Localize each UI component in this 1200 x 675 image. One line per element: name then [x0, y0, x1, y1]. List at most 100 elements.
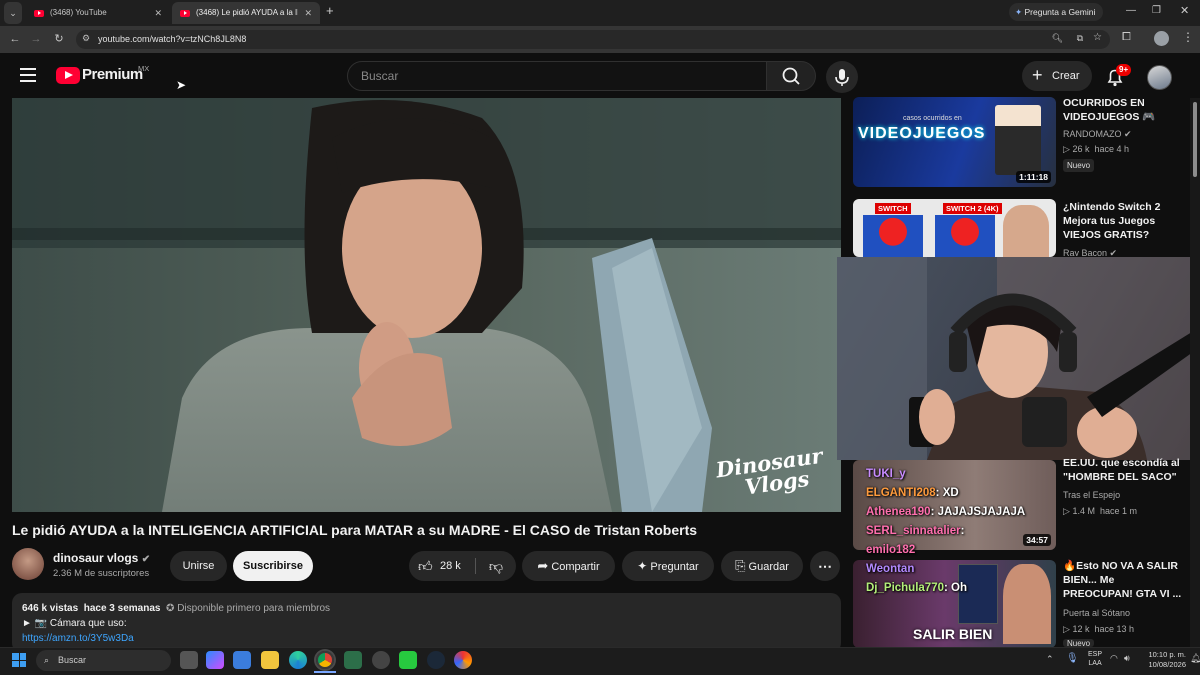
join-button[interactable]: Unirse	[170, 551, 227, 581]
tray-chevron-icon[interactable]: ⌃	[1046, 654, 1054, 665]
new-tab-button[interactable]: +	[326, 3, 334, 18]
age-text: hace 1 m	[1099, 506, 1137, 516]
maximize-button[interactable]: ❐	[1152, 5, 1161, 16]
store-icon[interactable]	[233, 651, 251, 669]
ask-label: Preguntar	[650, 561, 699, 573]
tab-youtube-home[interactable]: (3468) YouTube ✕	[26, 2, 170, 24]
subscribe-button[interactable]: Suscribirse	[233, 551, 313, 581]
notification-center-icon[interactable]: 🔔︎	[1190, 653, 1200, 664]
site-info-icon[interactable]: ⚙	[82, 33, 90, 44]
scrollbar-thumb[interactable]	[1193, 102, 1197, 177]
ask-button[interactable]: ✦ Preguntar	[622, 551, 714, 581]
forward-icon[interactable]: →	[27, 26, 45, 53]
hamburger-menu-icon[interactable]	[20, 68, 36, 82]
youtube-logo-icon[interactable]	[56, 67, 80, 84]
save-button[interactable]: ⎘ Guardar	[721, 551, 803, 581]
tab-current-video[interactable]: (3468) Le pidió AYUDA a la INTE ✕	[172, 2, 320, 24]
title-line: "HOMBRE DEL SACO"	[1063, 471, 1177, 483]
video-player[interactable]: Dinosaur Vlogs	[12, 98, 841, 512]
chat-message: :	[960, 525, 965, 537]
chat-user: Athenea190	[866, 506, 931, 518]
members-icon: ✪	[166, 603, 175, 614]
task-view-icon[interactable]	[180, 651, 198, 669]
browser-menu-icon[interactable]: ⋮	[1182, 30, 1194, 44]
cast-icon[interactable]: ⧉	[1077, 33, 1083, 44]
volume-icon[interactable]: 🔊︎	[1124, 653, 1130, 664]
description-box[interactable]: 646 k vistas hace 3 semanas ✪ Disponible…	[12, 593, 841, 653]
tab-search-button[interactable]: ⌄	[4, 2, 22, 24]
app-icon[interactable]	[454, 651, 472, 669]
recommended-title[interactable]: OCURRIDOS EN VIDEOJUEGOS 🎮	[1063, 96, 1183, 124]
wifi-icon[interactable]: ◠	[1110, 653, 1118, 664]
create-button[interactable]: + Crear	[1022, 61, 1092, 91]
close-icon[interactable]: ✕	[154, 2, 162, 24]
chat-line: Athenea190: JAJAJSJAJAJA	[866, 503, 1066, 522]
language-indicator[interactable]: ESP LAA	[1088, 650, 1102, 668]
profile-avatar[interactable]	[1154, 31, 1169, 46]
steam-icon[interactable]	[427, 651, 445, 669]
channel-avatar[interactable]	[12, 548, 44, 580]
streamer-camera-frame	[837, 257, 1200, 460]
chrome-icon[interactable]	[316, 651, 334, 669]
verified-icon: ✔	[1109, 248, 1118, 256]
bookmark-star-icon[interactable]: ☆	[1093, 32, 1102, 43]
user-avatar[interactable]	[1147, 65, 1172, 90]
more-icon: ⋯	[818, 558, 832, 574]
more-actions-button[interactable]: ⋯	[810, 551, 840, 581]
verified-icon: ✔	[1124, 129, 1132, 139]
thumbnail-figure	[995, 105, 1041, 175]
tray-mic-icon[interactable]: 🎙︎	[1066, 653, 1079, 664]
excel-icon[interactable]	[344, 651, 362, 669]
video-frame	[12, 98, 841, 512]
active-app-indicator	[314, 671, 336, 673]
recommended-title[interactable]: EE.UU. que escondía al "HOMBRE DEL SACO"	[1063, 456, 1183, 484]
title-line: Mejora tus Juegos	[1063, 215, 1156, 227]
recommended-channel[interactable]: Tras el Espejo	[1063, 489, 1120, 501]
chat-line: Weontan	[866, 560, 1066, 579]
dislike-button[interactable]: 👎︎	[479, 551, 513, 581]
youtube-premium-logo-text[interactable]: Premium	[82, 66, 143, 83]
recommended-thumbnail[interactable]: SWITCH SWITCH 2 (4K)	[853, 199, 1056, 257]
stream-chat-overlay: TUKI_y ELGANTI208: XD Athenea190: JAJAJS…	[866, 465, 1066, 598]
channel-name[interactable]: dinosaur vlogs ✔	[53, 551, 150, 565]
upload-age: hace 3 semanas	[83, 603, 161, 614]
close-window-button[interactable]: ✕	[1180, 4, 1189, 17]
kick-icon[interactable]	[399, 651, 417, 669]
clock[interactable]: 10:10 p. m. 10/08/2026	[1148, 650, 1186, 670]
file-explorer-icon[interactable]	[261, 651, 279, 669]
browser-tab-strip: ⌄ (3468) YouTube ✕ (3468) Le pidió AYUDA…	[0, 0, 1200, 26]
voice-search-button[interactable]	[826, 61, 858, 93]
address-bar[interactable]: ⚙ youtube.com/watch?v=tzNCh8JL8N8 🔍︎ ⧉ ☆	[76, 30, 1110, 49]
edge-icon[interactable]	[289, 651, 307, 669]
reload-icon[interactable]: ↻	[50, 26, 68, 53]
windows-start-icon[interactable]	[12, 653, 26, 667]
page-scrollbar[interactable]	[1190, 98, 1200, 647]
obs-icon[interactable]	[372, 651, 390, 669]
taskbar-search[interactable]: ⌕ Buscar	[36, 650, 171, 671]
recommended-channel[interactable]: Ray Bacon ✔	[1063, 247, 1117, 256]
video-duration: 1:11:18	[1016, 171, 1051, 183]
title-line: PREOCUPAN! GTA VI ...	[1063, 588, 1182, 600]
recommended-title[interactable]: 🔥Esto NO VA A SALIR BIEN... Me PREOCUPAN…	[1063, 559, 1183, 601]
share-button[interactable]: ➦ Compartir	[522, 551, 615, 581]
youtube-favicon-icon	[180, 9, 190, 17]
zoom-icon[interactable]: 🔍︎	[1052, 33, 1063, 44]
gemini-button[interactable]: ✦ Pregunta a Gemini	[1009, 3, 1103, 21]
search-button[interactable]	[766, 61, 816, 91]
copilot-icon[interactable]	[206, 651, 224, 669]
notifications-button[interactable]: 9+	[1104, 64, 1132, 88]
recommended-title[interactable]: ¿Nintendo Switch 2 Mejora tus Juegos VIE…	[1063, 200, 1183, 242]
recommended-channel[interactable]: RANDOMAZO ✔	[1063, 128, 1132, 140]
recommended-thumbnail[interactable]: casos ocurridos en VIDEOJUEGOS 1:11:18	[853, 97, 1056, 187]
members-note-text: Disponible primero para miembros	[177, 603, 331, 614]
extensions-icon[interactable]: ⧠	[1122, 31, 1131, 44]
chat-user: TUKI_y	[866, 468, 906, 480]
description-link[interactable]: https://amzn.to/3Y5w3Da	[22, 631, 831, 646]
back-icon[interactable]: ←	[6, 26, 24, 53]
minimize-button[interactable]: —	[1126, 5, 1136, 16]
search-input[interactable]: Buscar	[347, 61, 767, 91]
like-button[interactable]: 👍︎ 28 k	[409, 551, 475, 581]
members-note: ✪ Disponible primero para miembros	[166, 603, 330, 614]
recommended-channel[interactable]: Puerta al Sótano	[1063, 607, 1130, 619]
close-icon[interactable]: ✕	[304, 2, 312, 24]
